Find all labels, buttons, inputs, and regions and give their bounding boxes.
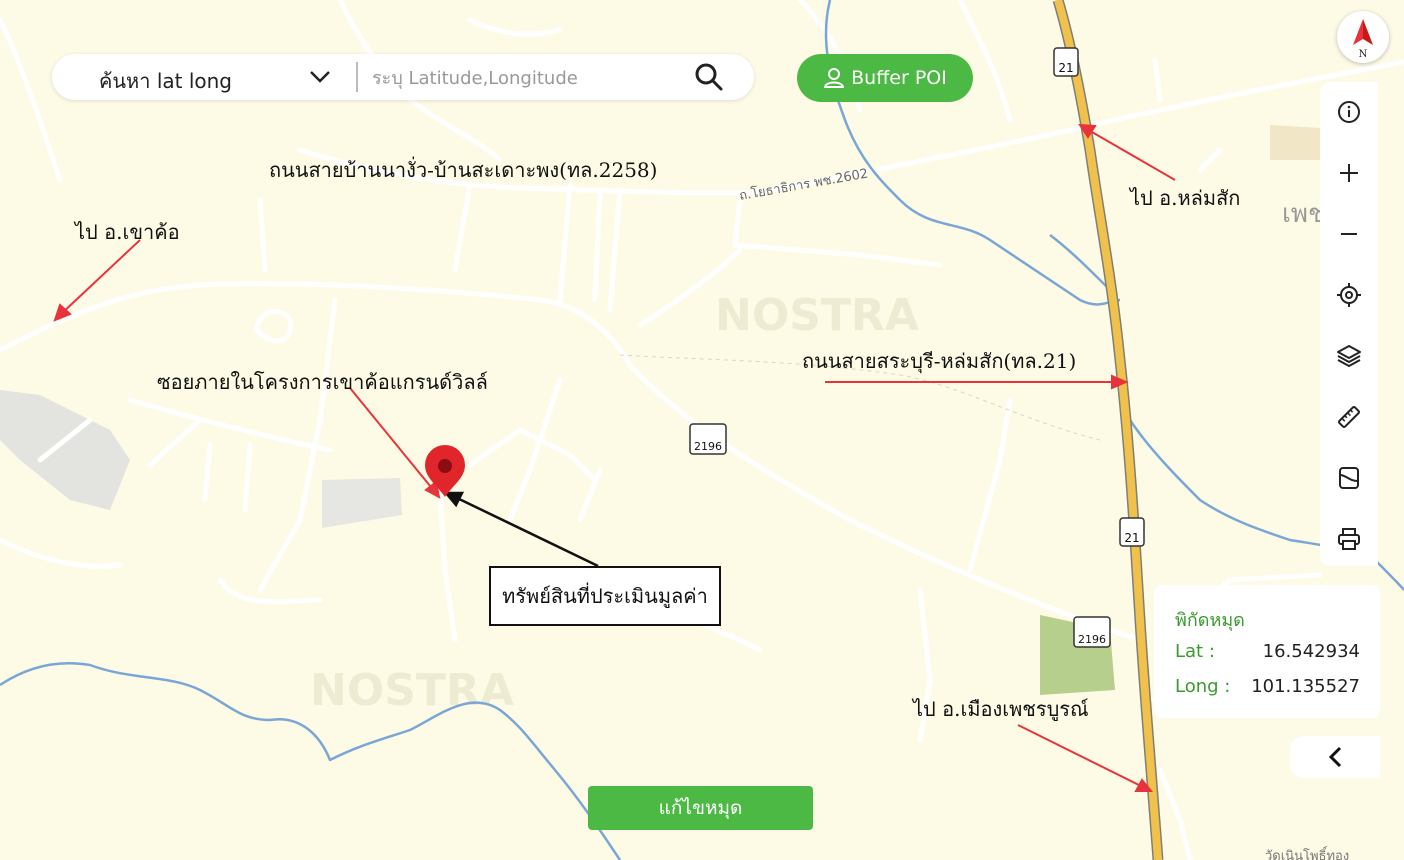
- map-toolbar: [1320, 82, 1378, 566]
- builtup-area: [0, 390, 130, 510]
- layers-button[interactable]: [1320, 332, 1378, 380]
- search-input[interactable]: [370, 61, 674, 95]
- zoom-out-icon: [1341, 233, 1357, 235]
- collapse-panel-button[interactable]: [1290, 736, 1380, 778]
- map-sheet-button[interactable]: [1320, 454, 1378, 502]
- road-shield-2196-b: 2196: [1073, 616, 1111, 648]
- layers-icon: [1337, 345, 1361, 368]
- chevron-down-icon[interactable]: [308, 66, 332, 92]
- svg-text:2196: 2196: [694, 440, 722, 453]
- road-shield-21: 21: [1053, 47, 1079, 77]
- zoom-in-button[interactable]: [1320, 149, 1378, 197]
- lat-value: 16.542934: [1262, 641, 1360, 662]
- search-bar: ค้นหา lat long: [52, 54, 754, 100]
- coordinate-title: พิกัดหมุด: [1175, 610, 1245, 631]
- map-watermark-2: NOSTRA: [310, 665, 514, 716]
- lat-row: Lat : 16.542934: [1175, 641, 1360, 662]
- place-label-bottom: วัดเนินโพธิ์ทอง: [1265, 846, 1349, 860]
- print-button[interactable]: [1320, 515, 1378, 563]
- ruler-button[interactable]: [1320, 393, 1378, 441]
- search-icon[interactable]: [694, 62, 724, 96]
- map-watermark: NOSTRA: [715, 290, 919, 341]
- svg-text:2196: 2196: [1078, 633, 1106, 646]
- chevron-left-icon: [1328, 746, 1342, 768]
- map-sheet-icon: [1339, 467, 1359, 489]
- svg-text:21: 21: [1058, 61, 1073, 75]
- info-button[interactable]: [1320, 88, 1378, 136]
- annotation-to-mueang: ไป อ.เมืองเพชรบูรณ์: [913, 697, 1089, 721]
- locate-icon: [1337, 283, 1361, 307]
- buffer-poi-button[interactable]: Buffer POI: [797, 54, 973, 102]
- annotation-soi: ซอยภายในโครงการเขาค้อแกรนด์วิลล์: [157, 370, 488, 394]
- user-icon: [823, 68, 845, 88]
- lat-label: Lat :: [1175, 641, 1215, 662]
- edit-pin-button[interactable]: แก้ไขหมุด: [588, 786, 813, 830]
- coordinate-panel: พิกัดหมุด Lat : 16.542934 Long : 101.135…: [1154, 585, 1380, 718]
- long-value: 101.135527: [1251, 676, 1360, 697]
- annotation-asset: ทรัพย์สินที่ประเมินมูลค่า: [489, 566, 721, 626]
- asset-arrow: [443, 491, 599, 568]
- locate-button[interactable]: [1320, 271, 1378, 319]
- search-divider: [356, 62, 358, 92]
- annotation-road-2258: ถนนสายบ้านนางั่ว-บ้านสะเดาะพง(ทล.2258): [269, 158, 658, 182]
- compass-button[interactable]: N: [1337, 11, 1389, 63]
- long-label: Long :: [1175, 676, 1231, 697]
- road-shield-2196: 2196: [689, 423, 727, 455]
- builtup-area-3: [1270, 125, 1320, 160]
- info-icon: [1338, 101, 1360, 123]
- svg-text:21: 21: [1124, 531, 1139, 545]
- builtup-area-2: [322, 478, 402, 528]
- ruler-icon: [1338, 406, 1360, 428]
- zoom-out-button[interactable]: [1320, 210, 1378, 258]
- annotation-to-lom-sak: ไป อ.หล่มสัก: [1130, 186, 1241, 210]
- annotation-road-21: ถนนสายสระบุรี-หล่มสัก(ทล.21): [802, 349, 1077, 373]
- road-label-2602: ถ.โยธาธิการ พช.2602: [738, 165, 869, 203]
- search-mode-dropdown[interactable]: ค้นหา lat long: [99, 65, 232, 97]
- map-canvas[interactable]: NOSTRA NOSTRA 21 21 2196 2196 ถ.โยธาธิกา…: [0, 0, 1404, 860]
- compass-icon: N: [1353, 19, 1373, 60]
- buffer-poi-label: Buffer POI: [851, 67, 947, 89]
- zoom-in-icon: [1340, 164, 1358, 182]
- annotation-to-khao-kho: ไป อ.เขาค้อ: [75, 220, 180, 244]
- svg-text:N: N: [1359, 49, 1368, 60]
- print-icon: [1338, 528, 1360, 550]
- long-row: Long : 101.135527: [1175, 676, 1360, 697]
- road-shield-21-b: 21: [1119, 517, 1145, 547]
